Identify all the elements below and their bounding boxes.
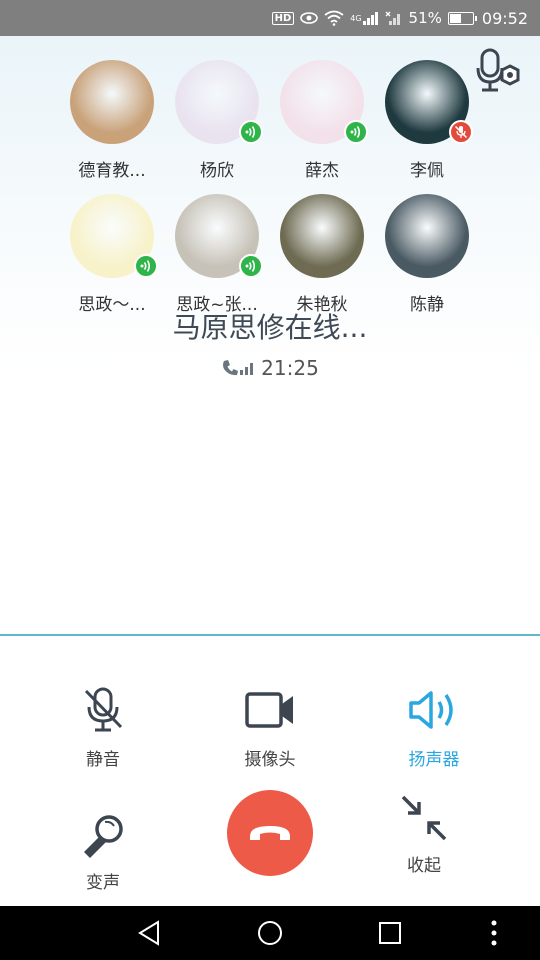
speaking-badge-icon [239,120,263,144]
member-name: 德育教... [78,161,146,181]
voice-change-button[interactable]: 变声 [43,812,163,893]
avatar [175,194,263,278]
hangup-icon [250,826,290,840]
member-name: 杨欣 [200,161,234,181]
nav-bar [0,906,540,960]
wifi-icon [324,10,344,26]
call-timer-text: 21:25 [261,356,319,380]
divider [0,634,540,636]
battery-percent: 51% [408,9,442,27]
member-item[interactable]: 杨欣 [167,60,267,181]
signal-icon: 4G [350,11,378,25]
avatar-image [70,60,154,144]
nav-home-icon[interactable] [256,919,284,947]
signal-tag: 4G [350,13,362,23]
device-mic-icon[interactable] [474,46,524,96]
nav-back-icon[interactable] [136,919,164,947]
member-item[interactable]: 薛杰 [272,60,372,181]
avatar [385,60,473,144]
hangup-button[interactable] [227,790,313,876]
speaking-badge-icon [134,254,158,278]
avatar [175,60,263,144]
minimize-button[interactable]: 收起 [364,793,484,876]
speaker-label: 扬声器 [408,750,460,770]
mute-button[interactable]: 静音 [43,685,163,770]
avatar [280,194,364,278]
camera-button[interactable]: 摄像头 [210,685,330,770]
speaker-icon [374,685,494,735]
member-item[interactable]: 德育教... [62,60,162,181]
camera-label: 摄像头 [244,750,296,770]
mute-label: 静音 [86,750,120,770]
avatar [70,60,154,144]
member-item[interactable]: 思政～... [62,194,162,315]
member-item[interactable]: 思政~张... [167,194,267,315]
member-item[interactable]: 李佩 [377,60,477,181]
speaking-badge-icon [239,254,263,278]
voice-change-label: 变声 [86,873,120,893]
avatar [385,194,469,278]
minimize-label: 收起 [407,856,441,876]
muted-badge-icon [449,120,473,144]
voice-change-icon [43,812,163,862]
avatar-image [280,194,364,278]
call-title: 马原思修在线... [172,311,368,344]
status-bar: HD 4G 51% 09:52 [0,0,540,36]
avatar-image [385,194,469,278]
avatar [70,194,158,278]
member-name: 薛杰 [305,161,339,181]
signal-icon-2 [385,11,403,25]
battery-icon [447,11,477,25]
mic-off-icon [43,685,163,735]
status-time: 09:52 [481,8,528,28]
collapse-icon [364,793,484,843]
eye-icon [300,11,319,25]
phone-signal-icon [223,360,254,376]
nav-more-icon[interactable] [480,919,508,947]
nav-recent-icon[interactable] [376,919,404,947]
avatar [280,60,368,144]
call-timer: 21:25 [0,356,540,380]
speaker-button[interactable]: 扬声器 [374,685,494,770]
hd-icon: HD [271,11,295,25]
speaking-badge-icon [344,120,368,144]
member-item[interactable]: 陈静 [377,194,477,315]
member-item[interactable]: 朱艳秋 [272,194,372,315]
member-name: 李佩 [410,161,444,181]
camera-icon [210,685,330,735]
